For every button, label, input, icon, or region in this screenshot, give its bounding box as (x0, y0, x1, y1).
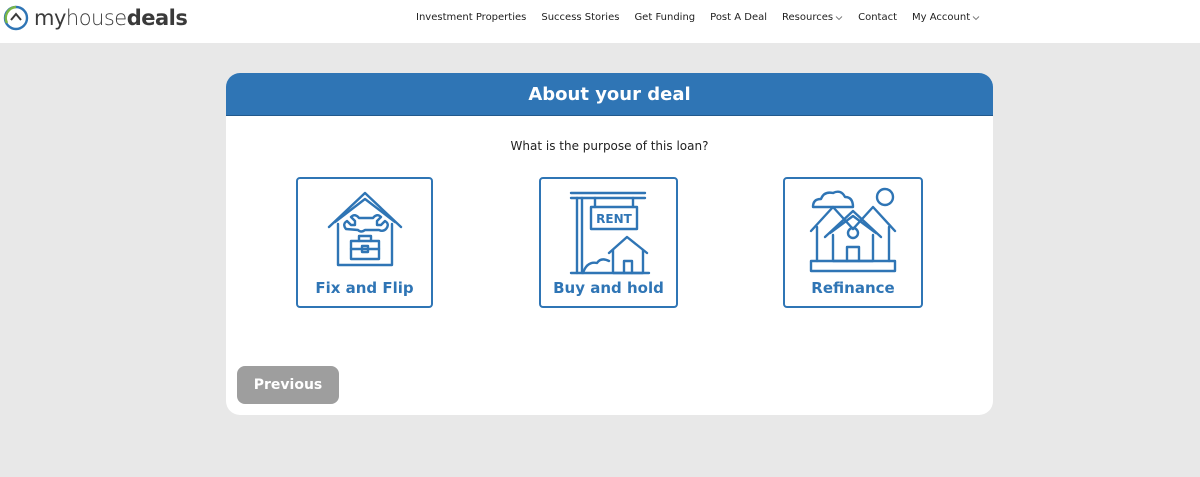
chevron-down-icon (972, 15, 980, 20)
nav-resources[interactable]: Resources (782, 12, 843, 23)
logo-icon (3, 5, 29, 31)
nav-success-stories[interactable]: Success Stories (541, 12, 619, 23)
nav-get-funding[interactable]: Get Funding (634, 12, 695, 23)
card-title: About your deal (528, 83, 691, 105)
option-label: Refinance (811, 279, 895, 297)
option-label: Fix and Flip (315, 279, 414, 297)
top-navbar: myhousedeals Investment Properties Succe… (0, 0, 1200, 43)
house-toolbox-icon (327, 191, 402, 267)
logo-wordmark: myhousedeals (34, 6, 188, 30)
nav-post-a-deal[interactable]: Post A Deal (710, 12, 767, 23)
nav-contact[interactable]: Contact (858, 12, 897, 23)
houses-sun-cloud-icon (809, 187, 897, 273)
deal-card: About your deal What is the purpose of t… (226, 73, 993, 415)
option-fix-and-flip[interactable]: Fix and Flip (296, 177, 433, 308)
nav-investment-properties[interactable]: Investment Properties (416, 12, 526, 23)
option-refinance[interactable]: Refinance (783, 177, 923, 308)
main-nav: Investment Properties Success Stories Ge… (416, 0, 980, 35)
nav-my-account[interactable]: My Account (912, 12, 980, 23)
svg-text:RENT: RENT (596, 212, 632, 226)
previous-button[interactable]: Previous (237, 366, 339, 404)
chevron-down-icon (835, 15, 843, 20)
option-buy-and-hold[interactable]: RENT Buy and hold (539, 177, 678, 308)
card-header: About your deal (226, 73, 993, 116)
rent-sign-house-icon: RENT (569, 191, 650, 275)
loan-purpose-question: What is the purpose of this loan? (510, 139, 709, 153)
option-label: Buy and hold (553, 279, 664, 297)
site-logo[interactable]: myhousedeals (3, 5, 188, 31)
